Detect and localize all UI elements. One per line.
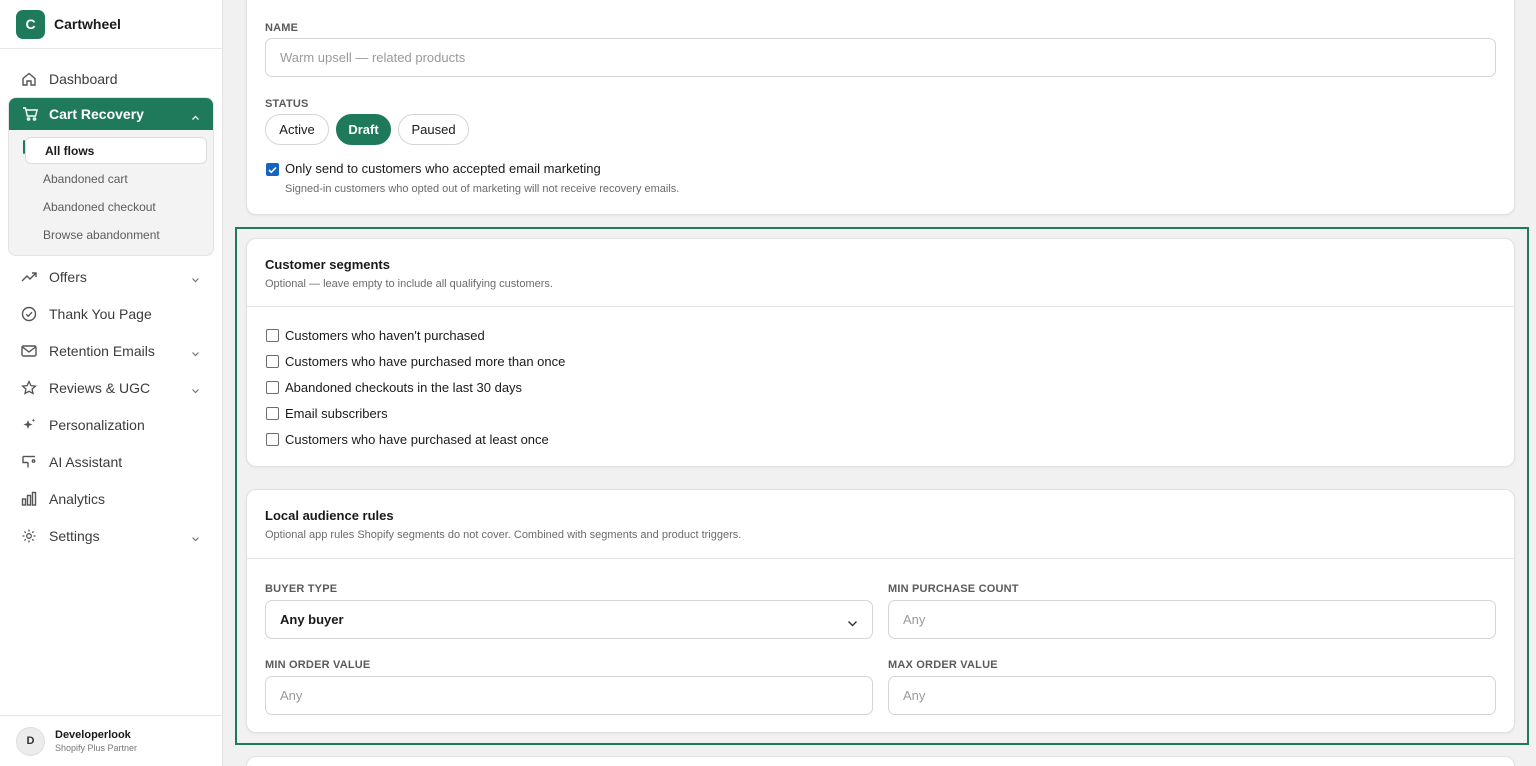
sidebar-item-retention-emails[interactable]: Retention Emails [0, 332, 222, 369]
status-active-pill[interactable]: Active [265, 114, 329, 145]
sidebar-item-label: Retention Emails [49, 342, 155, 359]
chevron-up-icon [191, 108, 200, 124]
home-icon [20, 70, 38, 88]
active-indicator [23, 140, 25, 154]
min-order-value-label: MIN ORDER VALUE [265, 659, 371, 671]
cart-icon [21, 105, 39, 123]
sidebar: C Cartwheel Dashboard Cart Recovery All [0, 0, 223, 766]
chevron-down-icon [191, 381, 200, 397]
sidebar-item-cart-recovery[interactable]: Cart Recovery [9, 98, 213, 130]
sidebar-item-ai-assistant[interactable]: AI Assistant [0, 443, 222, 480]
sidebar-item-label: AI Assistant [49, 453, 123, 470]
chevron-down-icon [191, 344, 200, 360]
divider [247, 558, 1514, 559]
sidebar-group-cart-recovery: Cart Recovery All flows Abandoned cart A… [8, 97, 214, 256]
segment-checkbox[interactable] [266, 329, 279, 342]
bar-chart-icon [20, 490, 38, 508]
segment-label[interactable]: Abandoned checkouts in the last 30 days [285, 380, 522, 395]
segment-checkbox[interactable] [266, 407, 279, 420]
card-subtitle: Optional app rules Shopify segments do n… [265, 529, 742, 541]
submenu-item-browse-abandonment[interactable]: Browse abandonment [23, 221, 207, 249]
segment-label[interactable]: Customers who haven't purchased [285, 328, 485, 343]
user-account[interactable]: D Developerlook Shopify Plus Partner [0, 715, 222, 766]
buyer-type-label: BUYER TYPE [265, 583, 338, 595]
min-purchase-count-label: MIN PURCHASE COUNT [888, 583, 1019, 595]
max-order-value-label: MAX ORDER VALUE [888, 659, 998, 671]
buyer-type-select[interactable]: Any buyer [265, 600, 873, 639]
chevron-down-icon [847, 615, 858, 630]
segment-checkbox[interactable] [266, 355, 279, 368]
submenu-item-abandoned-checkout[interactable]: Abandoned checkout [23, 193, 207, 221]
min-purchase-count-input[interactable]: Any [888, 600, 1496, 639]
min-order-value-input[interactable]: Any [265, 676, 873, 715]
name-input[interactable]: Warm upsell — related products [265, 38, 1496, 77]
marketing-help-text: Signed-in customers who opted out of mar… [285, 183, 680, 195]
local-audience-rules-card: Local audience rules Optional app rules … [246, 489, 1515, 733]
ai-assistant-icon [20, 453, 38, 471]
status-label: STATUS [265, 98, 309, 110]
user-name: Developerlook [55, 728, 131, 741]
sidebar-item-label: Analytics [49, 490, 106, 507]
sidebar-item-label: Offers [49, 268, 87, 285]
gear-icon [20, 527, 38, 545]
brand-header[interactable]: C Cartwheel [0, 0, 222, 49]
name-label: NAME [265, 22, 299, 34]
brand-name: Cartwheel [54, 16, 121, 32]
sidebar-item-reviews-ugc[interactable]: Reviews & UGC [0, 369, 222, 406]
sidebar-item-label: Cart Recovery [49, 106, 144, 122]
checkmark-icon [268, 166, 277, 173]
trending-up-icon [20, 268, 38, 286]
segment-label[interactable]: Customers who have purchased at least on… [285, 432, 549, 447]
sidebar-item-label: Reviews & UGC [49, 379, 151, 396]
customer-segments-card: Customer segments Optional — leave empty… [246, 238, 1515, 467]
marketing-checkbox[interactable] [266, 163, 279, 176]
max-order-value-input[interactable]: Any [888, 676, 1496, 715]
sidebar-item-thank-you-page[interactable]: Thank You Page [0, 295, 222, 332]
buyer-type-value: Any buyer [280, 612, 344, 627]
sidebar-item-label: Thank You Page [49, 305, 152, 322]
segment-label[interactable]: Customers who have purchased more than o… [285, 354, 565, 369]
sidebar-item-offers[interactable]: Offers [0, 258, 222, 295]
user-info: Developerlook Shopify Plus Partner [55, 729, 137, 754]
sidebar-item-label: Dashboard [49, 70, 118, 87]
sidebar-item-personalization[interactable]: Personalization [0, 406, 222, 443]
sidebar-item-label: Settings [49, 527, 100, 544]
segment-checkbox[interactable] [266, 381, 279, 394]
card-title: Local audience rules [265, 508, 394, 523]
avatar: D [16, 726, 45, 756]
cart-recovery-submenu: All flows Abandoned cart Abandoned check… [9, 130, 213, 255]
sidebar-item-dashboard[interactable]: Dashboard [0, 60, 222, 97]
sidebar-nav: Dashboard Cart Recovery All flows Abando… [0, 49, 222, 554]
brand-logo: C [16, 9, 45, 39]
user-role: Shopify Plus Partner [55, 742, 138, 753]
sidebar-item-analytics[interactable]: Analytics [0, 480, 222, 517]
status-paused-pill[interactable]: Paused [398, 114, 469, 145]
submenu-item-all-flows[interactable]: All flows [25, 137, 207, 164]
sidebar-item-settings[interactable]: Settings [0, 517, 222, 554]
general-settings-card: NAME Warm upsell — related products STAT… [246, 0, 1515, 215]
card-title: Customer segments [265, 257, 390, 272]
chevron-down-icon [191, 529, 200, 545]
sidebar-item-label: Personalization [49, 416, 145, 433]
segment-checkbox[interactable] [266, 433, 279, 446]
next-card [246, 756, 1515, 766]
check-circle-icon [20, 305, 38, 323]
submenu-item-abandoned-cart[interactable]: Abandoned cart [23, 165, 207, 193]
sparkle-icon [20, 416, 38, 434]
divider [247, 306, 1514, 307]
mail-icon [20, 342, 38, 360]
status-draft-pill[interactable]: Draft [336, 114, 391, 145]
card-subtitle: Optional — leave empty to include all qu… [265, 278, 553, 290]
segment-label[interactable]: Email subscribers [285, 406, 388, 421]
marketing-checkbox-label[interactable]: Only send to customers who accepted emai… [285, 161, 601, 176]
chevron-down-icon [191, 270, 200, 286]
star-icon [20, 379, 38, 397]
